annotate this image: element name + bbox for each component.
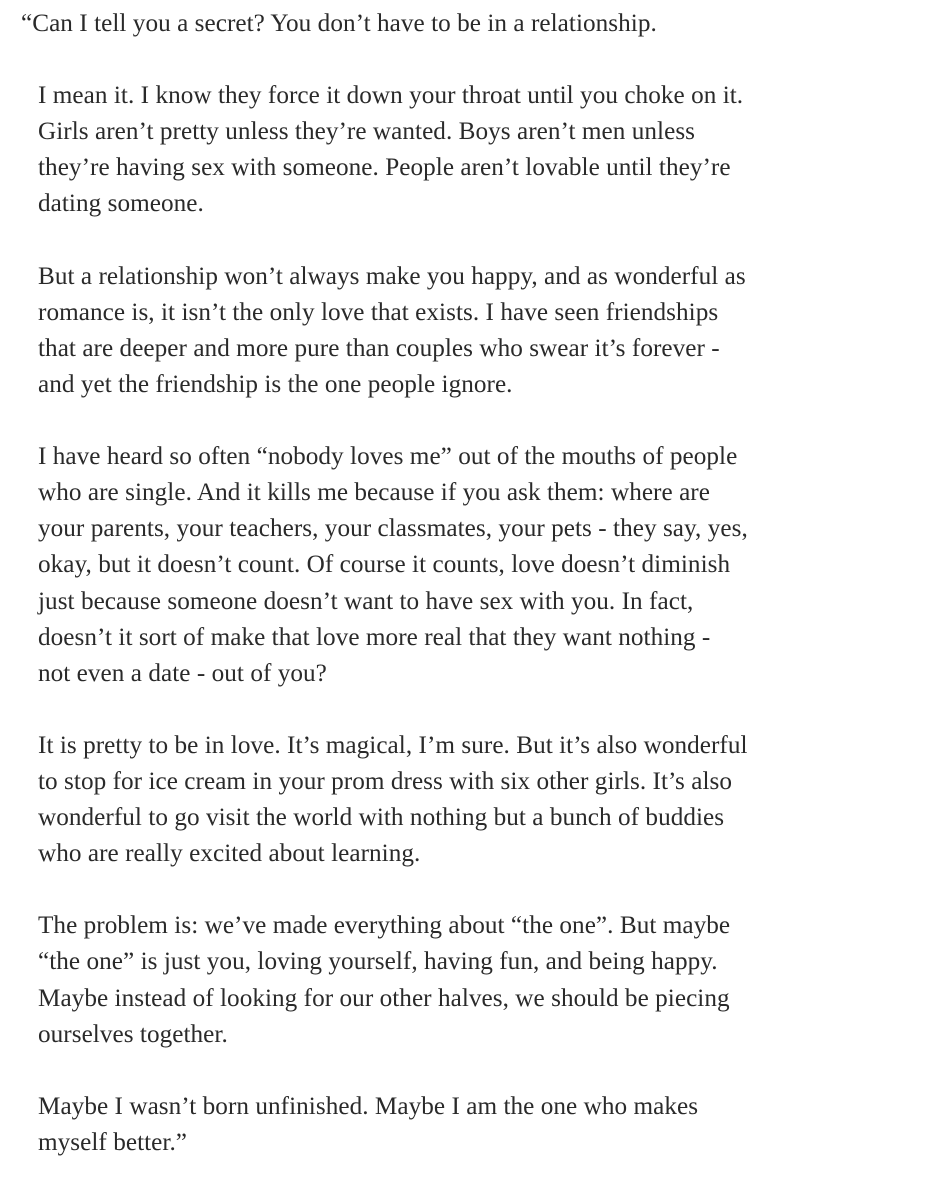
text-line: “Can I tell you a secret? You don’t have… [21, 10, 657, 37]
text-line: romance is, it isn’t the only love that … [38, 298, 719, 326]
text-line: that are deeper and more pure than coupl… [38, 334, 720, 362]
text-line: and yet the friendship is the one people… [38, 370, 513, 398]
text-line: dating someone. [38, 190, 204, 218]
text-line: to stop for ice cream in your prom dress… [38, 767, 733, 795]
paragraph: It is pretty to be in love. It’s magical… [38, 728, 920, 872]
paragraph: I mean it. I know they force it down you… [38, 78, 920, 222]
text-line: wonderful to go visit the world with not… [38, 804, 725, 832]
text-line: myself better.” [38, 1128, 188, 1156]
text-line: they’re having sex with someone. People … [38, 154, 731, 182]
text-line: The problem is: we’ve made everything ab… [38, 912, 731, 940]
text-line: Maybe I wasn’t born unfinished. Maybe I … [38, 1092, 699, 1120]
paragraph: But a relationship won’t always make you… [38, 259, 920, 403]
text-line: I mean it. I know they force it down you… [38, 82, 744, 110]
document-page: “Can I tell you a secret? You don’t have… [0, 0, 930, 1200]
text-line: who are really excited about learning. [38, 840, 421, 868]
text-line: But a relationship won’t always make you… [38, 262, 746, 290]
text-line: Girls aren’t pretty unless they’re wante… [38, 118, 696, 146]
text-line: Maybe instead of looking for our other h… [38, 984, 730, 1012]
paragraph: The problem is: we’ve made everything ab… [38, 908, 920, 1052]
text-line: who are single. And it kills me because … [38, 479, 710, 507]
text-line: ourselves together. [38, 1020, 228, 1048]
text-line: “the one” is just you, loving yourself, … [38, 948, 718, 976]
text-line: doesn’t it sort of make that love more r… [38, 623, 711, 651]
text-line: I have heard so often “nobody loves me” … [38, 443, 738, 471]
quote-text: “Can I tell you a secret? You don’t have… [0, 6, 920, 1161]
text-line: okay, but it doesn’t count. Of course it… [38, 551, 731, 579]
paragraph: “Can I tell you a secret? You don’t have… [21, 6, 920, 42]
paragraph: Maybe I wasn’t born unfinished. Maybe I … [38, 1089, 920, 1161]
text-line: your parents, your teachers, your classm… [38, 515, 748, 543]
text-line: It is pretty to be in love. It’s magical… [38, 731, 748, 759]
text-line: just because someone doesn’t want to hav… [38, 587, 694, 615]
paragraph: I have heard so often “nobody loves me” … [38, 439, 920, 692]
text-line: not even a date - out of you? [38, 659, 327, 687]
